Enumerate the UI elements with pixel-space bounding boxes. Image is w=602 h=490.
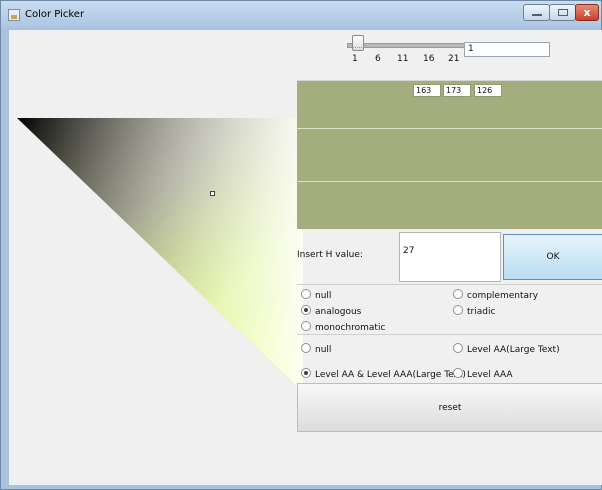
window-title: Color Picker [25,9,85,20]
scheme-option-label: complementary [467,291,539,301]
scheme-option-triadic[interactable]: triadic [453,305,495,317]
title-bar: Color Picker x [1,1,601,29]
swatch-divider [297,128,602,129]
main-content: 1 6 11 16 21 1 163 173 126 Insert H valu… [9,30,602,485]
green-value-field[interactable]: 173 [443,84,471,97]
contrast-option-label: null [315,345,332,355]
maximize-button[interactable] [549,4,576,21]
scheme-option-label: analogous [315,307,362,317]
close-button[interactable]: x [575,4,599,21]
scheme-option-analogous[interactable]: analogous [301,305,361,317]
contrast-option-aaa[interactable]: Level AAA [453,368,513,380]
range-slider-ticks [352,47,462,53]
swatch-divider [297,181,602,182]
close-icon: x [583,6,591,19]
minimize-icon [532,14,542,16]
color-swatches: 163 173 126 [297,81,602,229]
radio-icon [453,368,463,378]
radio-icon [301,343,311,353]
minimize-button[interactable] [523,4,550,21]
tick-label-4: 16 [423,54,435,64]
scheme-option-label: monochromatic [315,323,386,333]
tick-label-3: 11 [397,54,409,64]
contrast-option-aa-large[interactable]: Level AA(Large Text) [453,343,560,355]
contrast-option-label: Level AAA [467,370,513,380]
radio-icon [453,289,463,299]
red-value-field[interactable]: 163 [413,84,441,97]
contrast-option-label: Level AA(Large Text) [467,345,560,355]
tick-label-2: 6 [375,54,381,64]
app-icon [8,9,20,21]
contrast-option-null[interactable]: null [301,343,331,355]
saturation-value-triangle[interactable] [17,118,303,392]
slider-value-field[interactable]: 1 [464,42,550,57]
radio-icon [453,305,463,315]
color-triangle-area[interactable] [17,118,303,392]
blue-value-field[interactable]: 126 [474,84,502,97]
contrast-radio-group: null Level AA(Large Text) Level AA & Lev… [297,334,602,387]
scheme-option-label: null [315,291,332,301]
scheme-option-complementary[interactable]: complementary [453,289,538,301]
radio-icon [301,289,311,299]
tick-label-5: 21 [448,54,460,64]
scheme-option-monochromatic[interactable]: monochromatic [301,321,385,333]
radio-selected-icon [301,368,311,378]
radio-icon [453,343,463,353]
reset-button[interactable]: reset [297,383,602,432]
color-selector-handle[interactable] [210,191,215,196]
contrast-option-aa-aaa-large[interactable]: Level AA & Level AAA(Large Text) [301,368,466,380]
control-panel: 1 6 11 16 21 1 163 173 126 Insert H valu… [297,30,602,485]
tick-label-1: 1 [352,54,358,64]
scheme-option-null[interactable]: null [301,289,331,301]
contrast-option-label: Level AA & Level AAA(Large Text) [315,370,466,380]
hue-input-label: Insert H value: [297,250,363,260]
radio-icon [301,321,311,331]
maximize-icon [558,9,568,16]
hue-input-row: Insert H value: 27 OK [297,232,602,282]
hue-input-field[interactable]: 27 [399,232,501,282]
scheme-option-label: triadic [467,307,496,317]
ok-button[interactable]: OK [503,234,602,280]
color-picker-window: Color Picker x 1 6 11 16 21 1 163 173 12… [0,0,602,490]
radio-selected-icon [301,305,311,315]
range-slider-section: 1 6 11 16 21 1 [297,30,602,81]
scheme-radio-group: null complementary analogous triadic mon… [297,284,602,335]
